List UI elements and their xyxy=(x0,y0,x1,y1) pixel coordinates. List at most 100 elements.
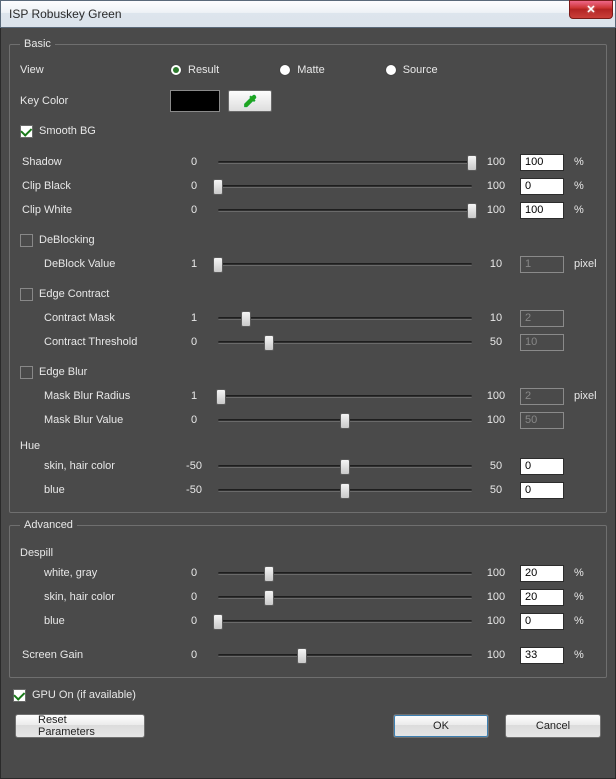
clip-black-max: 100 xyxy=(478,180,514,192)
hue-skin-row: skin, hair color -50 50 xyxy=(20,454,596,478)
contract-mask-slider[interactable] xyxy=(218,309,472,327)
hue-blue-slider[interactable] xyxy=(218,481,472,499)
key-color-label: Key Color xyxy=(20,95,170,107)
cancel-button[interactable]: Cancel xyxy=(505,714,601,738)
mask-blur-radius-min: 1 xyxy=(176,390,212,402)
key-color-row: Key Color xyxy=(20,86,596,116)
mask-blur-value-row: Mask Blur Value 0 100 xyxy=(20,408,596,432)
smooth-bg-label: Smooth BG xyxy=(39,125,96,137)
slider-thumb-icon xyxy=(213,179,223,195)
basic-group: Basic View Result Matte Source Key Color xyxy=(9,38,607,513)
screen-gain-max: 100 xyxy=(478,649,514,661)
contract-threshold-input xyxy=(520,334,564,351)
advanced-legend: Advanced xyxy=(20,519,77,531)
key-color-swatch[interactable] xyxy=(170,90,220,112)
shadow-slider[interactable] xyxy=(218,153,472,171)
contract-threshold-min: 0 xyxy=(176,336,212,348)
radio-icon xyxy=(170,64,182,76)
radio-label: Source xyxy=(403,64,438,76)
deblock-value-row: DeBlock Value 1 10 pixel xyxy=(20,252,596,276)
deblock-value-label: DeBlock Value xyxy=(20,258,170,270)
contract-threshold-slider[interactable] xyxy=(218,333,472,351)
deblocking-checkbox[interactable] xyxy=(20,234,33,247)
smooth-bg-checkbox[interactable] xyxy=(20,125,33,138)
edge-blur-header: Edge Blur xyxy=(20,362,596,382)
screen-gain-min: 0 xyxy=(176,649,212,661)
hue-blue-min: -50 xyxy=(176,484,212,496)
mask-blur-radius-slider[interactable] xyxy=(218,387,472,405)
window-title: ISP Robuskey Green xyxy=(9,7,569,21)
mask-blur-value-max: 100 xyxy=(478,414,514,426)
view-radio-matte[interactable]: Matte xyxy=(279,64,325,76)
shadow-label: Shadow xyxy=(20,156,170,168)
clip-black-input[interactable] xyxy=(520,178,564,195)
contract-mask-label: Contract Mask xyxy=(20,312,170,324)
slider-thumb-icon xyxy=(340,459,350,475)
mask-blur-radius-row: Mask Blur Radius 1 100 pixel xyxy=(20,384,596,408)
edge-contract-header: Edge Contract xyxy=(20,284,596,304)
despill-skin-row: skin, hair color 0 100 % xyxy=(20,585,596,609)
despill-skin-input[interactable] xyxy=(520,589,564,606)
despill-blue-max: 100 xyxy=(478,615,514,627)
clip-white-label: Clip White xyxy=(20,204,170,216)
close-button[interactable]: ✕ xyxy=(569,0,613,19)
despill-skin-label: skin, hair color xyxy=(20,591,170,603)
hue-blue-label: blue xyxy=(20,484,170,496)
contract-threshold-row: Contract Threshold 0 50 xyxy=(20,330,596,354)
screen-gain-slider[interactable] xyxy=(218,646,472,664)
edge-contract-checkbox[interactable] xyxy=(20,288,33,301)
reset-parameters-button[interactable]: Reset Parameters xyxy=(15,714,145,738)
mask-blur-value-label: Mask Blur Value xyxy=(20,414,170,426)
deblock-value-slider[interactable] xyxy=(218,255,472,273)
view-radio-source[interactable]: Source xyxy=(385,64,438,76)
deblock-value-max: 10 xyxy=(478,258,514,270)
shadow-input[interactable] xyxy=(520,154,564,171)
mask-blur-value-slider[interactable] xyxy=(218,411,472,429)
gpu-label: GPU On (if available) xyxy=(32,689,136,701)
clip-black-slider[interactable] xyxy=(218,177,472,195)
despill-blue-input[interactable] xyxy=(520,613,564,630)
deblocking-label: DeBlocking xyxy=(39,234,95,246)
despill-blue-slider[interactable] xyxy=(218,612,472,630)
radio-label: Result xyxy=(188,64,219,76)
view-radio-result[interactable]: Result xyxy=(170,64,219,76)
ok-button[interactable]: OK xyxy=(393,714,489,738)
hue-blue-max: 50 xyxy=(478,484,514,496)
slider-thumb-icon xyxy=(216,389,226,405)
despill-skin-max: 100 xyxy=(478,591,514,603)
hue-skin-input[interactable] xyxy=(520,458,564,475)
dialog-body: Basic View Result Matte Source Key Color xyxy=(0,28,616,779)
close-icon: ✕ xyxy=(586,3,595,16)
slider-thumb-icon xyxy=(340,413,350,429)
gpu-checkbox[interactable] xyxy=(13,689,26,702)
despill-white-input[interactable] xyxy=(520,565,564,582)
screen-gain-row: Screen Gain 0 100 % xyxy=(20,643,596,667)
clip-white-unit: % xyxy=(574,204,596,216)
despill-white-min: 0 xyxy=(176,567,212,579)
clip-white-input[interactable] xyxy=(520,202,564,219)
despill-blue-unit: % xyxy=(574,615,596,627)
screen-gain-unit: % xyxy=(574,649,596,661)
screen-gain-input[interactable] xyxy=(520,647,564,664)
mask-blur-value-min: 0 xyxy=(176,414,212,426)
mask-blur-radius-input xyxy=(520,388,564,405)
hue-header: Hue xyxy=(20,440,596,452)
hue-skin-max: 50 xyxy=(478,460,514,472)
clip-white-slider[interactable] xyxy=(218,201,472,219)
slider-thumb-icon xyxy=(297,648,307,664)
hue-skin-slider[interactable] xyxy=(218,457,472,475)
deblock-value-input xyxy=(520,256,564,273)
despill-skin-slider[interactable] xyxy=(218,588,472,606)
edge-blur-label: Edge Blur xyxy=(39,366,87,378)
hue-blue-input[interactable] xyxy=(520,482,564,499)
despill-white-row: white, gray 0 100 % xyxy=(20,561,596,585)
despill-white-slider[interactable] xyxy=(218,564,472,582)
eyedropper-button[interactable] xyxy=(228,90,272,112)
radio-icon xyxy=(385,64,397,76)
edge-blur-checkbox[interactable] xyxy=(20,366,33,379)
slider-thumb-icon xyxy=(264,566,274,582)
slider-thumb-icon xyxy=(467,155,477,171)
button-row: Reset Parameters OK Cancel xyxy=(9,712,607,744)
despill-blue-min: 0 xyxy=(176,615,212,627)
slider-thumb-icon xyxy=(467,203,477,219)
